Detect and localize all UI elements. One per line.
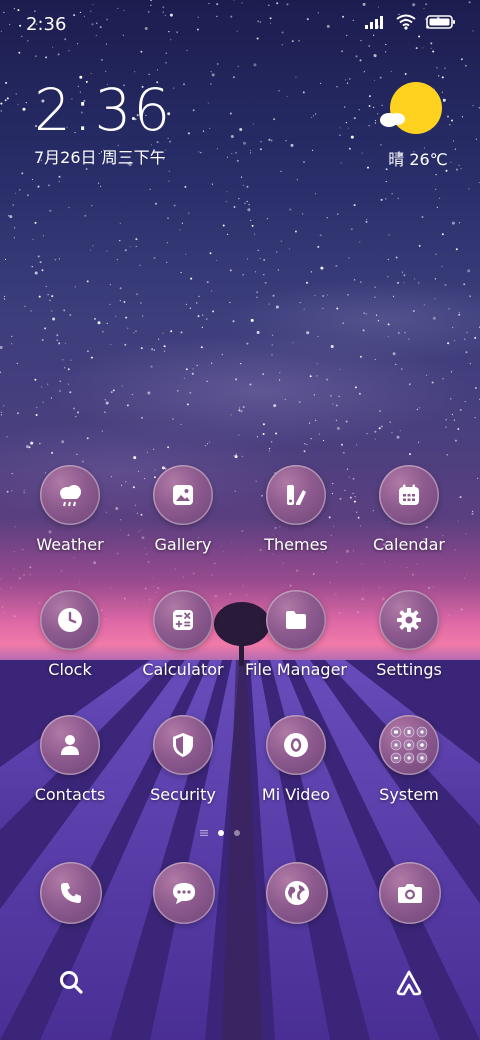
- camera-icon[interactable]: [379, 862, 441, 924]
- app-label: Clock: [48, 660, 92, 679]
- app-label: Themes: [264, 535, 328, 554]
- app-calculator[interactable]: Calculator: [128, 590, 238, 679]
- folder-system[interactable]: System: [354, 715, 464, 804]
- app-gallery[interactable]: Gallery: [128, 465, 238, 554]
- app-label: Mi Video: [261, 785, 331, 804]
- video-icon: [266, 715, 326, 775]
- status-time: 2:36: [26, 14, 67, 35]
- status-bar: 2:36: [0, 0, 480, 50]
- calendar-icon: [379, 465, 439, 525]
- clock-widget[interactable]: 2:36 7月26日 周三下午: [34, 78, 172, 168]
- gear-icon: [379, 590, 439, 650]
- folder-grid-icon: [379, 715, 439, 775]
- folder-icon: [266, 590, 326, 650]
- app-file-manager[interactable]: File Manager: [241, 590, 351, 679]
- calculator-icon: [153, 590, 213, 650]
- weather-widget[interactable]: 晴 26℃: [378, 82, 448, 172]
- app-label: Gallery: [154, 535, 212, 554]
- shield-icon: [153, 715, 213, 775]
- weather-icon: [40, 465, 100, 525]
- weather-text: 晴 26℃: [388, 150, 448, 169]
- app-themes[interactable]: Themes: [241, 465, 351, 554]
- phone-icon[interactable]: [40, 862, 102, 924]
- browser-icon[interactable]: [266, 862, 328, 924]
- cloud-icon: [380, 113, 405, 127]
- search-icon[interactable]: [57, 968, 87, 998]
- app-label: Settings: [376, 660, 442, 679]
- page-dot-active[interactable]: [218, 830, 224, 836]
- app-weather[interactable]: Weather: [15, 465, 125, 554]
- page-indicator[interactable]: [200, 830, 240, 836]
- app-security[interactable]: Security: [128, 715, 238, 804]
- app-clock[interactable]: Clock: [15, 590, 125, 679]
- bottom-bar: [0, 960, 480, 1010]
- status-icons: [364, 14, 456, 30]
- battery-icon: [426, 15, 455, 29]
- wifi-icon: [396, 14, 416, 30]
- themes-icon: [266, 465, 326, 525]
- page-dot[interactable]: [234, 830, 240, 836]
- app-settings[interactable]: Settings: [354, 590, 464, 679]
- app-label: Security: [150, 785, 216, 804]
- signal-icon: [365, 16, 383, 29]
- widget-date: 7月26日 周三下午: [34, 148, 166, 167]
- app-label: Calendar: [373, 535, 445, 554]
- app-calendar[interactable]: Calendar: [354, 465, 464, 554]
- app-label: Weather: [36, 535, 104, 554]
- app-mi-video[interactable]: Mi Video: [241, 715, 351, 804]
- gallery-icon: [153, 465, 213, 525]
- home-screen: 2:36 2:36 7月26日 周三下午 晴 26℃ Weather Galle…: [0, 0, 480, 1040]
- widget-time: 2:36: [34, 76, 173, 144]
- app-label: Calculator: [142, 660, 224, 679]
- app-contacts[interactable]: Contacts: [15, 715, 125, 804]
- assistant-icon[interactable]: [394, 968, 424, 998]
- person-icon: [40, 715, 100, 775]
- app-label: Contacts: [34, 785, 106, 804]
- app-label: File Manager: [245, 660, 347, 679]
- list-view-icon: [200, 830, 208, 836]
- app-label: System: [379, 785, 439, 804]
- message-icon[interactable]: [153, 862, 215, 924]
- clock-icon: [40, 590, 100, 650]
